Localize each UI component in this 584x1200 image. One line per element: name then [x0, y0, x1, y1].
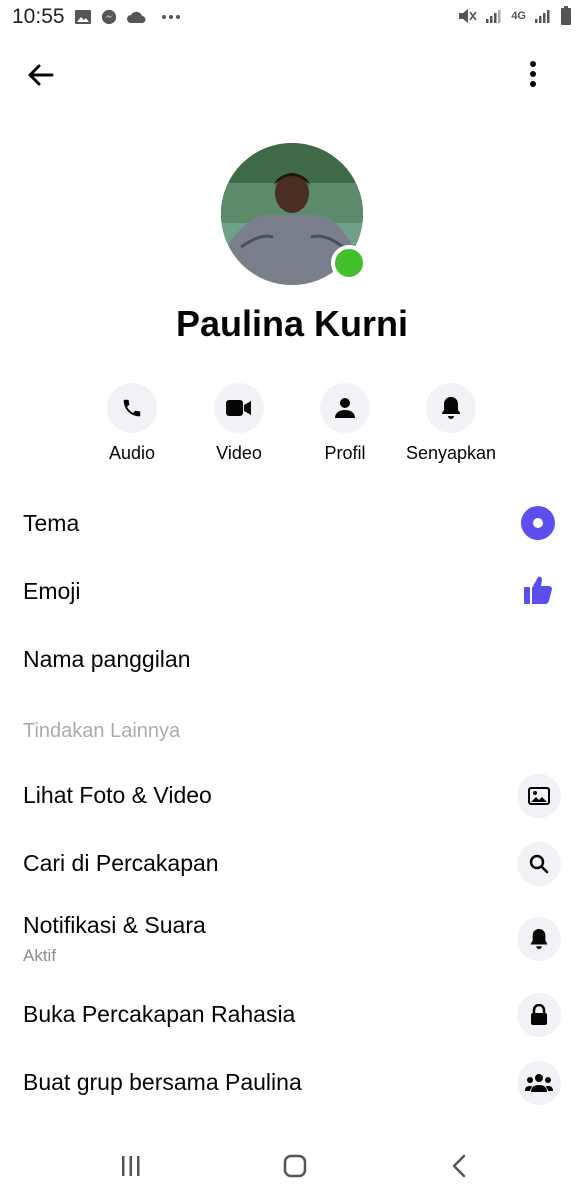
view-photos-label: Lihat Foto & Video: [23, 782, 212, 808]
mute-button[interactable]: Senyapkan: [396, 383, 506, 464]
arrow-left-icon: [28, 64, 54, 86]
cloud-icon: [127, 11, 146, 23]
notifications-status: Aktif: [23, 946, 57, 965]
video-label: Video: [216, 443, 262, 463]
thumbs-up-icon: [524, 576, 552, 604]
group-icon: [525, 1074, 553, 1092]
theme-dot-icon: [521, 506, 555, 540]
network-type: 4G: [511, 10, 526, 22]
video-camera-icon: [226, 400, 251, 416]
recent-apps-icon: [122, 1156, 140, 1176]
online-status-dot: [331, 245, 367, 281]
search-icon: [529, 854, 549, 874]
create-group-label: Buat grup bersama Paulina: [23, 1069, 302, 1095]
mute-label: Senyapkan: [405, 443, 497, 463]
audio-circle: [107, 383, 157, 433]
mute-icon: [459, 9, 477, 23]
secret-conversation-row[interactable]: Buka Percakapan Rahasia: [0, 985, 584, 1045]
photo-icon: [528, 787, 550, 805]
profile-label: Profil: [324, 443, 366, 463]
secret-conversation-label: Buka Percakapan Rahasia: [23, 1001, 296, 1027]
group-icon-circle: [517, 1061, 561, 1105]
status-right: 4G: [457, 6, 572, 26]
profile-avatar-container[interactable]: [221, 143, 367, 285]
notifications-row[interactable]: Notifikasi & Suara Aktif: [0, 902, 584, 972]
create-group-row[interactable]: Buat grup bersama Paulina: [0, 1053, 584, 1113]
more-vertical-icon: [530, 61, 536, 87]
profile-name: Paulina Kurni: [175, 303, 409, 344]
status-bar: 10:55 4G: [0, 0, 584, 36]
audio-label: Audio: [108, 443, 156, 463]
video-circle: [214, 383, 264, 433]
bell-icon: [530, 929, 548, 949]
system-nav-bar: [0, 1130, 584, 1200]
status-time: 10:55: [12, 5, 65, 28]
battery-icon: [561, 6, 571, 25]
profile-circle: [320, 383, 370, 433]
back-button[interactable]: [20, 55, 60, 95]
photo-icon-circle: [517, 774, 561, 818]
mute-circle: [426, 383, 476, 433]
audio-call-button[interactable]: Audio: [77, 383, 187, 464]
more-options-button[interactable]: [513, 53, 553, 95]
notifications-label: Notifikasi & Suara: [23, 912, 206, 938]
phone-icon: [123, 399, 141, 417]
view-photos-row[interactable]: Lihat Foto & Video: [0, 766, 584, 826]
profile-button[interactable]: Profil: [290, 383, 400, 464]
nickname-label: Nama panggilan: [23, 646, 191, 672]
nickname-row[interactable]: Nama panggilan: [0, 630, 584, 690]
more-actions-title: Tindakan Lainnya: [23, 720, 181, 742]
bell-icon-circle: [517, 917, 561, 961]
lock-icon: [531, 1004, 547, 1025]
home-button[interactable]: [270, 1146, 320, 1186]
theme-label: Tema: [23, 510, 80, 536]
lock-icon-circle: [517, 993, 561, 1037]
system-back-button[interactable]: [434, 1146, 484, 1186]
search-icon-circle: [517, 842, 561, 886]
video-call-button[interactable]: Video: [184, 383, 294, 464]
4g-signal-icon: [535, 10, 550, 23]
person-icon: [335, 398, 355, 418]
bell-icon: [442, 397, 460, 419]
back-nav-icon: [452, 1154, 466, 1178]
search-conversation-label: Cari di Percakapan: [23, 850, 219, 876]
signal-icon: [486, 10, 501, 23]
search-conversation-row[interactable]: Cari di Percakapan: [0, 834, 584, 894]
more-dots-icon: [162, 15, 180, 19]
home-icon: [283, 1154, 307, 1178]
messenger-icon: [101, 9, 117, 25]
gallery-icon: [75, 10, 91, 24]
theme-row[interactable]: Tema: [0, 494, 584, 554]
recent-apps-button[interactable]: [106, 1146, 156, 1186]
emoji-row[interactable]: Emoji: [0, 562, 584, 622]
emoji-label: Emoji: [23, 578, 81, 604]
